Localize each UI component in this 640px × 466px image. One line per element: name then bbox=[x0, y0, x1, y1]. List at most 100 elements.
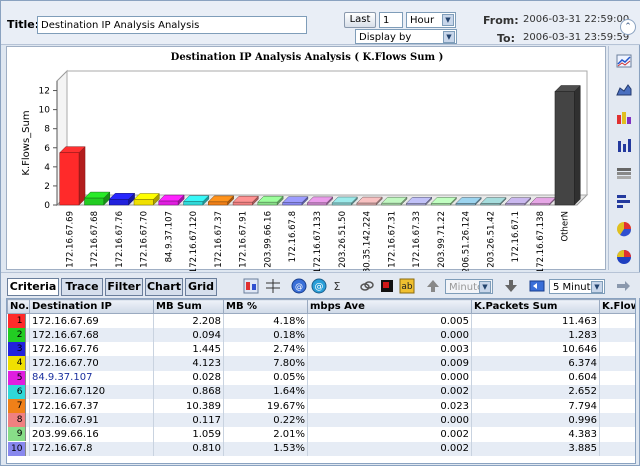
link-icon[interactable] bbox=[357, 276, 377, 296]
table-row[interactable]: 3172.16.67.761.4452.74%0.00310.6460.595 bbox=[7, 342, 635, 357]
sum-icon[interactable]: Σ bbox=[327, 276, 347, 296]
row-number: 3 bbox=[7, 342, 26, 357]
criteria-bar: Title: Last 1 Hour ▼ Display by ▼ From: … bbox=[1, 1, 640, 45]
stacked-bar-icon[interactable] bbox=[613, 162, 635, 184]
table-row[interactable]: 584.9.37.1070.0280.05%0.0000.6040.412 bbox=[7, 370, 635, 385]
destination-ip-cell: 172.16.67.91 bbox=[29, 413, 154, 428]
row-number: 2 bbox=[7, 328, 26, 343]
go-icon[interactable] bbox=[613, 276, 633, 296]
interval-select[interactable]: 5 Minute ▼ bbox=[549, 279, 605, 294]
mbps-ave-cell: 0.009 bbox=[307, 356, 472, 371]
mbps-ave-cell: 0.000 bbox=[307, 328, 472, 343]
x-tick-label: 172.16.67.33 bbox=[412, 211, 422, 268]
tab-chart[interactable]: Chart bbox=[145, 278, 183, 296]
row-color-swatch: 2 bbox=[7, 328, 30, 343]
horizontal-bar-icon[interactable] bbox=[613, 190, 635, 212]
y-tick-label: 8 bbox=[44, 125, 50, 135]
color-icon[interactable] bbox=[377, 276, 397, 296]
line-chart-icon[interactable] bbox=[613, 50, 635, 72]
destination-ip-cell: 172.16.67.70 bbox=[29, 356, 154, 371]
3d-pie-icon[interactable] bbox=[613, 246, 635, 268]
grid-toolbar: Criteria Trace Filter Chart Grid @ @ Σ a… bbox=[1, 272, 640, 298]
kpackets-sum-cell: 4.383 bbox=[471, 427, 600, 442]
col-header-kpackets-sum[interactable]: K.Packets Sum bbox=[471, 299, 600, 314]
col-header-mbps-ave[interactable]: mbps Ave bbox=[307, 299, 472, 314]
y-tick-label: 6 bbox=[44, 144, 50, 154]
3d-bar-icon[interactable] bbox=[613, 106, 635, 128]
area-chart-icon[interactable] bbox=[613, 78, 635, 100]
bar-chart-icon[interactable] bbox=[613, 134, 635, 156]
row-color-swatch: 4 bbox=[7, 356, 30, 371]
mb-percent-cell: 0.22% bbox=[223, 413, 308, 428]
table-row[interactable]: 4172.16.67.704.1237.80%0.0096.3740.575 bbox=[7, 356, 635, 371]
kflows-sum-cell: 0.595 bbox=[599, 342, 635, 357]
col-header-kflows-sum[interactable]: K.Flows Sum ▼ bbox=[599, 299, 635, 314]
sort-icon[interactable] bbox=[241, 276, 261, 296]
destination-ip-cell[interactable]: 84.9.37.107 bbox=[29, 370, 154, 385]
table-row[interactable]: 10172.16.67.80.8101.53%0.0023.8850.243 bbox=[7, 441, 635, 456]
mb-percent-cell: 7.80% bbox=[223, 356, 308, 371]
table-row[interactable]: 1172.16.67.692.2084.18%0.00511.4635.484 bbox=[7, 313, 635, 328]
col-header-destination-ip[interactable]: Destination IP bbox=[29, 299, 154, 314]
row-number: 6 bbox=[7, 384, 26, 399]
table-row[interactable]: 6172.16.67.1200.8681.64%0.0022.6520.355 bbox=[7, 384, 635, 399]
tab-trace[interactable]: Trace bbox=[61, 278, 103, 296]
destination-ip-cell: 172.16.67.68 bbox=[29, 328, 154, 343]
mb-sum-cell: 0.094 bbox=[153, 328, 224, 343]
arrow-up-icon[interactable] bbox=[423, 276, 443, 296]
to-label: To: bbox=[497, 32, 515, 45]
row-color-swatch: 7 bbox=[7, 398, 30, 414]
bar-chart: Destination IP Analysis Analysis ( K.Flo… bbox=[21, 52, 589, 271]
kflows-sum-cell: 0.295 bbox=[599, 413, 635, 428]
tab-grid[interactable]: Grid bbox=[185, 278, 217, 296]
mb-sum-cell: 1.059 bbox=[153, 427, 224, 442]
tab-criteria[interactable]: Criteria bbox=[7, 278, 59, 296]
mb-sum-cell: 0.868 bbox=[153, 384, 224, 399]
destination-ip-cell: 172.16.67.69 bbox=[29, 313, 154, 328]
columns-icon[interactable] bbox=[263, 276, 283, 296]
title-input[interactable] bbox=[37, 16, 307, 34]
y-tick-label: 10 bbox=[39, 106, 51, 116]
mbps-ave-cell: 0.000 bbox=[307, 413, 472, 428]
col-header-no[interactable]: No. bbox=[7, 299, 30, 314]
chart-title: Destination IP Analysis Analysis ( K.Flo… bbox=[171, 52, 444, 63]
x-tick-label: 203.99.66.16 bbox=[263, 211, 273, 268]
granularity-select[interactable]: Minute ▼ bbox=[445, 279, 493, 294]
arrow-down-icon[interactable] bbox=[501, 276, 521, 296]
table-row[interactable]: 9203.99.66.161.0592.01%0.0024.3830.294 bbox=[7, 427, 635, 442]
pie-chart-icon[interactable] bbox=[613, 218, 635, 240]
font-icon[interactable]: ab bbox=[397, 276, 417, 296]
display-by-select[interactable]: Display by ▼ bbox=[355, 29, 457, 44]
svg-text:@: @ bbox=[295, 282, 303, 291]
last-count-input[interactable]: 1 bbox=[379, 12, 403, 28]
email-icon[interactable]: @ bbox=[309, 276, 329, 296]
row-color-swatch: 9 bbox=[7, 427, 30, 442]
time-unit-select[interactable]: Hour ▼ bbox=[406, 12, 456, 28]
table-row[interactable]: 7172.16.67.3710.38919.67%0.0237.7940.325 bbox=[7, 398, 635, 414]
destination-ip-cell: 172.16.67.76 bbox=[29, 342, 154, 357]
kpackets-sum-cell: 6.374 bbox=[471, 356, 600, 371]
mbps-ave-cell: 0.002 bbox=[307, 384, 472, 399]
last-button[interactable]: Last bbox=[344, 12, 376, 28]
table-row[interactable]: 2172.16.67.680.0940.18%0.0001.2830.725 bbox=[7, 328, 635, 343]
title-label: Title: bbox=[7, 18, 40, 31]
destination-ip-cell: 172.16.67.8 bbox=[29, 441, 154, 456]
chart-bar[interactable] bbox=[554, 84, 581, 206]
col-header-mb-percent[interactable]: MB % bbox=[223, 299, 308, 314]
globe-icon[interactable]: @ bbox=[289, 276, 309, 296]
tab-filter[interactable]: Filter bbox=[105, 278, 143, 296]
kflows-sum-cell: 0.412 bbox=[599, 370, 635, 385]
col-header-mb-sum[interactable]: MB Sum bbox=[153, 299, 224, 314]
display-by-value: Display by bbox=[359, 32, 412, 43]
collapse-icon[interactable]: ⌃ bbox=[620, 19, 636, 35]
mb-percent-cell: 1.53% bbox=[223, 441, 308, 456]
chevron-down-icon: ▼ bbox=[442, 14, 454, 26]
table-row[interactable]: 8172.16.67.910.1170.22%0.0000.9960.295 bbox=[7, 413, 635, 428]
row-color-swatch: 10 bbox=[7, 441, 30, 456]
mbps-ave-cell: 0.002 bbox=[307, 441, 472, 456]
refresh-icon[interactable] bbox=[527, 276, 547, 296]
chart-bar[interactable] bbox=[83, 191, 111, 206]
chart-bar[interactable] bbox=[59, 146, 86, 206]
app-window: Title: Last 1 Hour ▼ Display by ▼ From: … bbox=[0, 0, 640, 466]
x-tick-label: 172.16.67.133 bbox=[313, 211, 323, 271]
